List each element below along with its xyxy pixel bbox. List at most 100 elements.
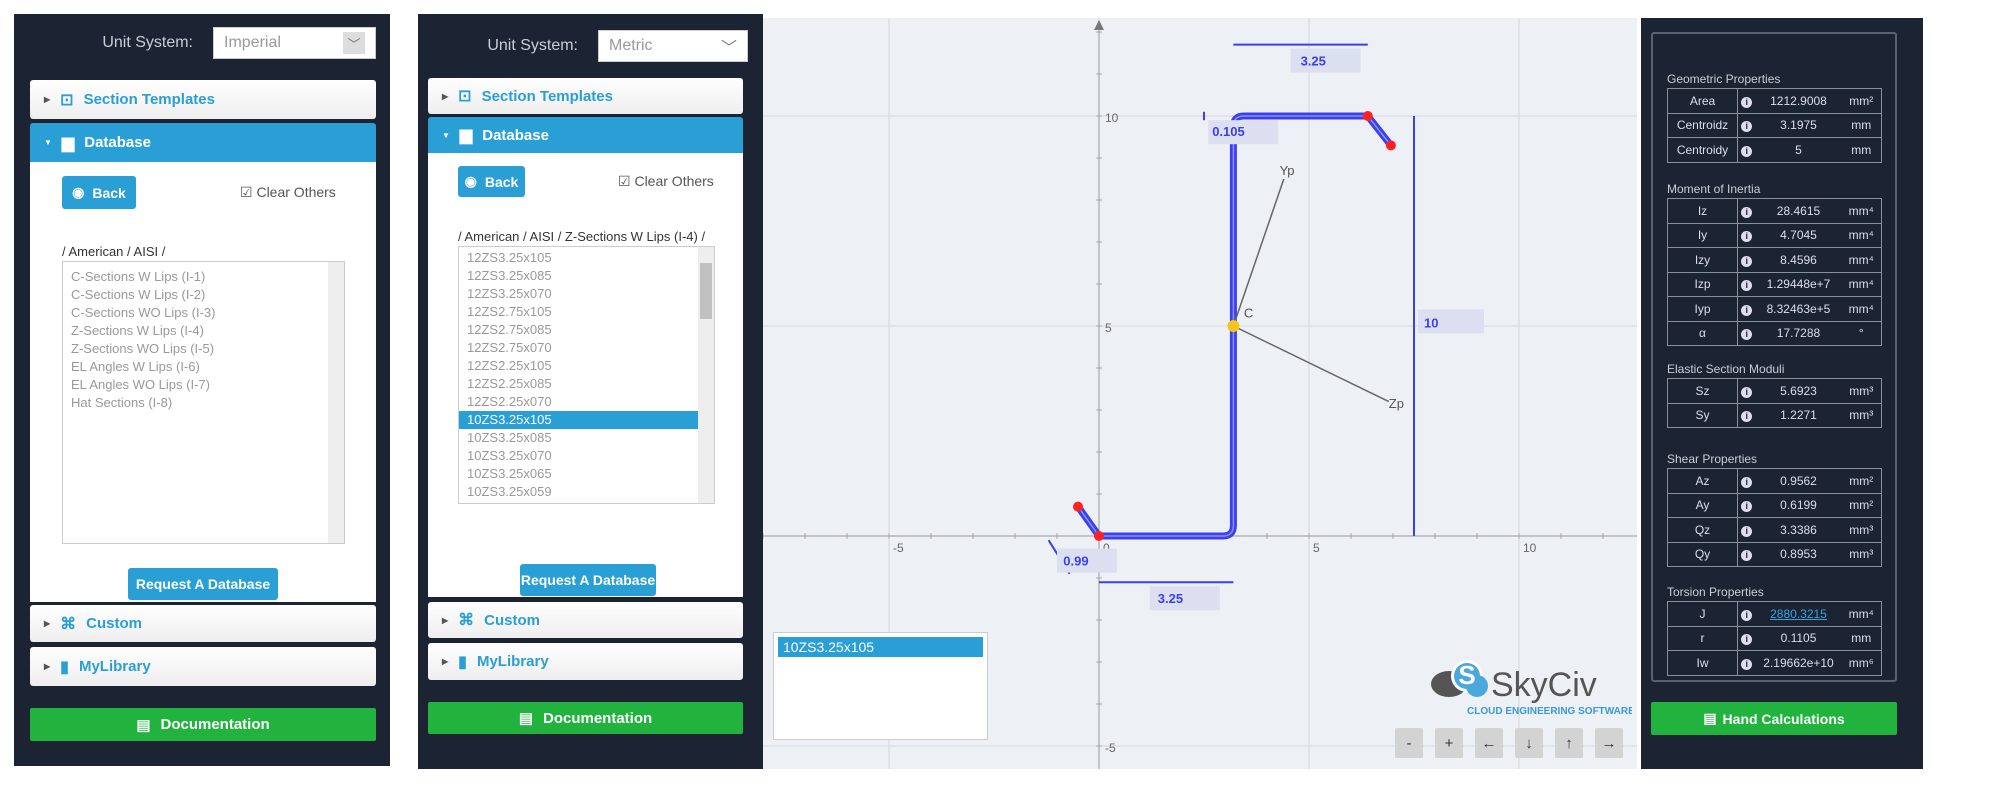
info-icon[interactable]: i (1737, 247, 1756, 273)
list-item[interactable]: 10ZS2.75x105 (459, 501, 699, 503)
pan-down-button[interactable]: ↓ (1515, 728, 1543, 758)
info-icon[interactable]: i (1737, 88, 1756, 114)
database-body: ◉ Back ☑ Clear Others / American / AISI /… (428, 153, 743, 597)
request-database-button[interactable]: Request A Database (520, 564, 656, 596)
logo-tagline: CLOUD ENGINEERING SOFTWARE (1467, 706, 1632, 717)
accordion-section-templates[interactable]: ▶ ⊡ Section Templates (30, 80, 376, 119)
accordion-database[interactable]: ▼ ▆ Database (428, 117, 743, 153)
list-item[interactable]: 10ZS3.25x065 (459, 465, 699, 483)
list-item[interactable]: 10ZS3.25x085 (459, 429, 699, 447)
pan-up-button[interactable]: ↑ (1555, 728, 1583, 758)
property-name: Qy (1667, 541, 1738, 567)
info-icon[interactable]: i (1737, 198, 1756, 224)
property-row: Qy i 0.8953 mm³ (1667, 541, 1882, 567)
request-database-button[interactable]: Request A Database (128, 568, 278, 600)
clear-others-checkbox[interactable]: ☑ Clear Others (240, 184, 336, 201)
section-size-list[interactable]: 12ZS3.25x105 12ZS3.25x085 12ZS3.25x070 12ZS… (458, 246, 715, 504)
accordion-database[interactable]: ▼ ▆ Database (30, 123, 376, 162)
database-category-list[interactable]: C-Sections W Lips (I-1) C-Sections W Lips… (62, 261, 345, 544)
list-item[interactable]: 10ZS3.25x059 (459, 483, 699, 501)
pan-left-button[interactable]: ← (1475, 728, 1503, 758)
accordion-custom[interactable]: ▶ ⌘ Custom (428, 602, 743, 638)
back-button[interactable]: ◉ Back (62, 176, 136, 209)
property-row: Qz i 3.3386 mm³ (1667, 517, 1882, 543)
back-label: Back (92, 184, 126, 201)
properties-table: Iz i 28.4615 mm⁴ Iy i 4.7045 mm⁴ Izy i 8.4596 mm⁴ Iz… (1667, 198, 1882, 346)
selected-sections-list[interactable]: 10ZS3.25x105 (773, 632, 988, 740)
info-icon[interactable]: i (1737, 402, 1756, 428)
list-item[interactable]: Z-Sections WO Lips (I-5) (63, 340, 344, 358)
pan-right-button[interactable]: → (1595, 728, 1623, 758)
info-icon[interactable]: i (1737, 112, 1756, 138)
list-item[interactable]: 12ZS2.25x105 (459, 357, 699, 375)
dimension-label: 0.99 (1063, 554, 1088, 569)
accordion-mylibrary[interactable]: ▶ ▮ MyLibrary (30, 647, 376, 686)
info-icon[interactable]: i (1737, 320, 1756, 346)
accordion-custom[interactable]: ▶ ⌘ Custom (30, 605, 376, 642)
property-value: 2.19662e+10 (1755, 650, 1842, 676)
list-item[interactable]: 12ZS3.25x070 (459, 285, 699, 303)
list-item[interactable]: 12ZS2.25x070 (459, 393, 699, 411)
property-name: Iyp (1667, 296, 1738, 322)
list-item[interactable]: 12ZS2.75x105 (459, 303, 699, 321)
zoom-out-button[interactable]: - (1395, 728, 1423, 758)
info-icon[interactable]: i (1737, 271, 1756, 297)
list-item[interactable]: 12ZS2.25x085 (459, 375, 699, 393)
list-item[interactable]: Z-Sections W Lips (I-4) (63, 322, 344, 340)
list-item[interactable]: 12ZS3.25x105 (459, 249, 699, 267)
info-icon[interactable]: i (1737, 468, 1756, 494)
unit-system-select[interactable]: Metric ﹀ (598, 30, 748, 62)
info-icon[interactable]: i (1737, 296, 1756, 322)
list-item[interactable]: C-Sections WO Lips (I-3) (63, 304, 344, 322)
property-unit: mm (1841, 625, 1882, 651)
list-item[interactable]: 12ZS2.75x085 (459, 321, 699, 339)
list-item[interactable]: 10ZS3.25x070 (459, 447, 699, 465)
info-icon[interactable]: i (1737, 222, 1756, 248)
hand-calculations-button[interactable]: ▤ Hand Calculations (1651, 702, 1897, 735)
list-item[interactable]: 12ZS3.25x085 (459, 267, 699, 285)
info-icon[interactable]: i (1737, 541, 1756, 567)
unit-system-row: Unit System: Metric ﹀ (418, 30, 748, 62)
properties-table: Sz i 5.6923 mm³ Sy i 1.2271 mm³ (1667, 378, 1882, 428)
list-item[interactable]: EL Angles W Lips (I-6) (63, 358, 344, 376)
documentation-button[interactable]: ▤ Documentation (428, 702, 743, 734)
list-item[interactable]: C-Sections W Lips (I-1) (63, 268, 344, 286)
section-drawing-canvas[interactable]: -5 0 5 10 10 5 -5 Yp Zp C 3.25 3.25 10 0.105 0.99 10ZS… (762, 18, 1637, 769)
property-row: Iw i 2.19662e+10 mm⁶ (1667, 650, 1882, 676)
scrollbar[interactable] (698, 247, 714, 503)
section-title: Elastic Section Moduli (1667, 362, 1785, 376)
list-item[interactable]: 10ZS3.25x105 (459, 411, 699, 429)
selected-section-item[interactable]: 10ZS3.25x105 (778, 637, 983, 657)
accordion-label: MyLibrary (476, 653, 549, 670)
info-icon[interactable]: i (1737, 650, 1756, 676)
accordion-label: Database (482, 126, 549, 144)
accordion-mylibrary[interactable]: ▶ ▮ MyLibrary (428, 643, 743, 680)
list-item[interactable]: EL Angles WO Lips (I-7) (63, 376, 344, 394)
list-item[interactable]: 12ZS2.75x070 (459, 339, 699, 357)
scrollbar[interactable] (328, 262, 344, 543)
unit-system-select[interactable]: Imperial ﹀ (213, 27, 376, 59)
centroid-label: C (1244, 306, 1253, 321)
info-icon[interactable]: i (1737, 492, 1756, 518)
accordion-section-templates[interactable]: ▶ ⊡ Section Templates (428, 78, 743, 114)
scrollbar-thumb[interactable] (700, 263, 712, 319)
property-row: r i 0.1105 mm (1667, 625, 1882, 651)
centroid-marker (1227, 320, 1240, 332)
property-unit: mm⁴ (1841, 247, 1882, 273)
back-icon: ◉ (72, 184, 85, 200)
info-icon[interactable]: i (1737, 601, 1756, 627)
property-value[interactable]: 2880.3215 (1755, 601, 1842, 627)
list-item[interactable]: C-Sections W Lips (I-2) (63, 286, 344, 304)
documentation-button[interactable]: ▤ Documentation (30, 708, 376, 741)
clear-others-checkbox[interactable]: ☑ Clear Others (618, 173, 714, 190)
info-icon[interactable]: i (1737, 137, 1756, 163)
info-icon[interactable]: i (1737, 625, 1756, 651)
hand-calculations-label: Hand Calculations (1722, 710, 1845, 727)
property-unit: mm⁴ (1841, 601, 1882, 627)
back-button[interactable]: ◉ Back (458, 166, 525, 197)
skyciv-logo: S SkyCiv CLOUD ENGINEERING SOFTWARE (1427, 654, 1635, 725)
zoom-in-button[interactable]: + (1435, 728, 1463, 758)
list-item[interactable]: Hat Sections (I-8) (63, 394, 344, 412)
info-icon[interactable]: i (1737, 517, 1756, 543)
info-icon[interactable]: i (1737, 378, 1756, 404)
